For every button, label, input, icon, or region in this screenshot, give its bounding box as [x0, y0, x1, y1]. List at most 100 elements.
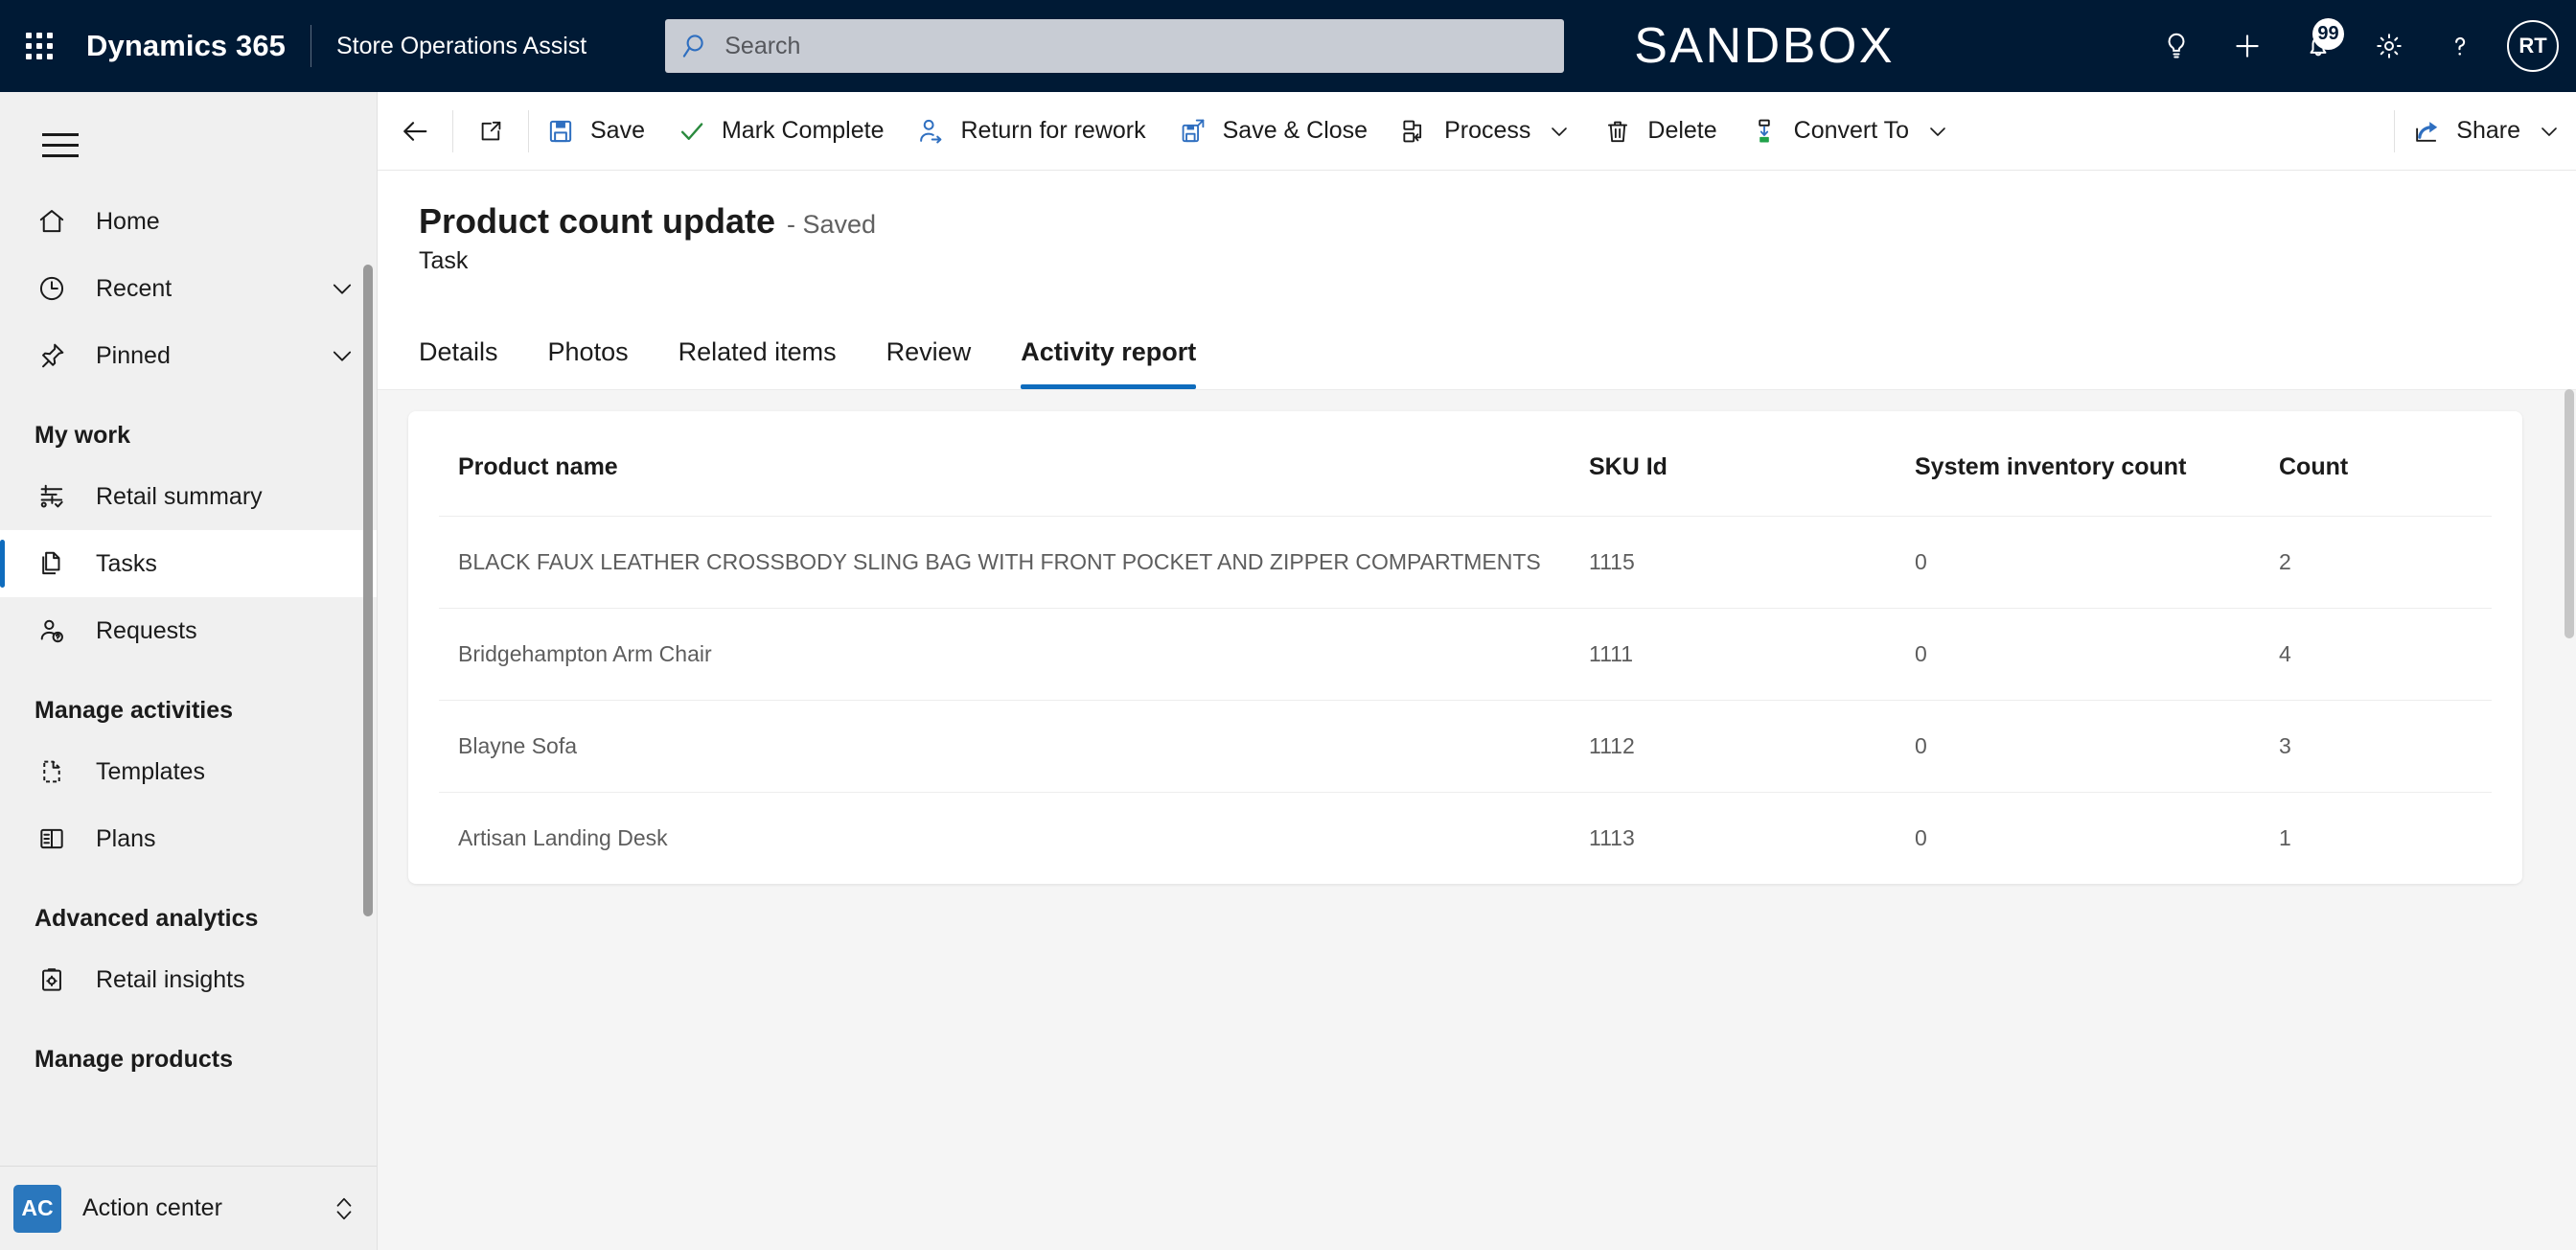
sidebar-item-label: Pinned	[96, 341, 171, 369]
back-arrow-icon	[399, 115, 431, 148]
hamburger-menu-icon[interactable]	[21, 105, 100, 184]
cell-system-inventory-count: 0	[1896, 608, 2260, 701]
tab-label: Activity report	[1021, 336, 1197, 366]
sidebar-item-label: Requests	[96, 616, 197, 644]
save-button[interactable]: Save	[529, 92, 660, 171]
table-header-row: Product name SKU Id System inventory cou…	[439, 411, 2492, 517]
content-area: Product name SKU Id System inventory cou…	[378, 389, 2576, 1250]
chevron-up-down-icon[interactable]	[332, 1192, 356, 1225]
return-for-rework-button[interactable]: Return for rework	[899, 92, 1161, 171]
sidebar-item-retail-summary[interactable]: Retail summary	[0, 463, 377, 530]
gear-icon[interactable]	[2354, 11, 2425, 81]
cell-sku-id: 1112	[1570, 700, 1896, 793]
column-header-sku-id[interactable]: SKU Id	[1570, 411, 1896, 517]
sidebar-scrollbar[interactable]	[363, 265, 373, 916]
notification-count-badge: 99	[2312, 18, 2344, 50]
save-status: - Saved	[787, 210, 877, 239]
sidebar-item-recent[interactable]: Recent	[0, 255, 377, 322]
sidebar-item-requests[interactable]: Requests	[0, 597, 377, 664]
sidebar-item-label: Recent	[96, 274, 172, 302]
tab-label: Related items	[678, 336, 837, 366]
cell-product-name: Bridgehampton Arm Chair	[439, 608, 1570, 701]
save-label: Save	[590, 117, 645, 144]
cell-sku-id: 1113	[1589, 825, 1635, 850]
sidebar-item-tasks[interactable]: Tasks	[0, 530, 377, 597]
tab-related-items[interactable]: Related items	[654, 314, 862, 389]
sidebar-item-pinned[interactable]: Pinned	[0, 322, 377, 389]
table-header: Product name SKU Id System inventory cou…	[439, 411, 2492, 517]
delete-button[interactable]: Delete	[1586, 92, 1732, 171]
cell-count: 4	[2260, 608, 2492, 701]
process-label: Process	[1444, 117, 1531, 144]
sidebar-group-header: Manage activities	[34, 697, 234, 724]
sidebar-item-label: Tasks	[96, 549, 157, 577]
app-name[interactable]: Store Operations Assist	[336, 33, 586, 60]
save-icon	[544, 115, 577, 148]
process-button[interactable]: Process	[1383, 92, 1586, 171]
table-row[interactable]: Artisan Landing Desk 1113 0 1	[439, 793, 2492, 885]
requests-icon	[34, 613, 69, 648]
popout-button[interactable]	[453, 92, 528, 171]
chevron-down-icon[interactable]	[1926, 120, 1949, 143]
notification-bell-icon[interactable]: 99	[2283, 11, 2354, 81]
app-launcher-icon[interactable]	[17, 24, 61, 68]
save-and-close-button[interactable]: Save & Close	[1162, 92, 1383, 171]
chevron-down-icon[interactable]	[329, 342, 356, 369]
chevron-down-icon[interactable]	[1548, 120, 1571, 143]
tab-review[interactable]: Review	[862, 314, 997, 389]
cell-count: 2	[2260, 516, 2492, 609]
plus-icon[interactable]	[2212, 11, 2283, 81]
avatar[interactable]: RT	[2507, 20, 2559, 72]
brand-title[interactable]: Dynamics 365	[86, 29, 286, 63]
sidebar-item-label: Retail summary	[96, 482, 263, 510]
chevron-down-icon[interactable]	[329, 275, 356, 302]
header-icon-group: 99 RT	[2141, 11, 2576, 81]
sidebar-group-header: Advanced analytics	[34, 905, 259, 932]
column-header-system-inventory-count[interactable]: System inventory count	[1896, 411, 2260, 517]
checkmark-icon	[676, 115, 708, 148]
person-arrow-icon	[914, 115, 947, 148]
search-placeholder: Search	[724, 32, 801, 59]
sidebar-item-label: Home	[96, 207, 160, 235]
record-header: Product count update - Saved Task Detail…	[378, 171, 2576, 389]
table-row[interactable]: Blayne Sofa 1112 0 3	[439, 700, 2492, 793]
help-icon[interactable]	[2425, 11, 2496, 81]
entity-name: Task	[419, 247, 469, 274]
tab-activity-report[interactable]: Activity report	[996, 314, 1221, 389]
action-center[interactable]: AC Action center	[0, 1166, 377, 1250]
table-body: BLACK FAUX LEATHER CROSSBODY SLING BAG W…	[439, 516, 2492, 885]
share-button[interactable]: Share	[2395, 92, 2576, 171]
lightbulb-icon[interactable]	[2141, 11, 2212, 81]
content-scrollbar[interactable]	[2564, 389, 2574, 638]
pin-icon	[34, 338, 69, 373]
search-input[interactable]: Search	[665, 19, 1565, 73]
retail-summary-icon	[34, 479, 69, 514]
action-center-badge: AC	[13, 1184, 61, 1233]
header-divider	[310, 25, 311, 67]
tab-label: Details	[419, 336, 498, 366]
chevron-down-icon[interactable]	[2538, 120, 2561, 143]
tab-photos[interactable]: Photos	[523, 314, 654, 389]
cell-product-name: Artisan Landing Desk	[458, 825, 668, 850]
activity-report-table: Product name SKU Id System inventory cou…	[439, 411, 2492, 884]
sidebar-item-label: Retail insights	[96, 965, 245, 993]
sidebar-item-retail-insights[interactable]: Retail insights	[0, 946, 377, 1013]
convert-to-label: Convert To	[1793, 117, 1910, 144]
table-row[interactable]: Bridgehampton Arm Chair 1111 0 4	[439, 608, 2492, 701]
tab-bar: Details Photos Related items Review Acti…	[419, 314, 1221, 389]
table-row[interactable]: BLACK FAUX LEATHER CROSSBODY SLING BAG W…	[439, 516, 2492, 609]
mark-complete-button[interactable]: Mark Complete	[660, 92, 900, 171]
back-button[interactable]	[378, 92, 452, 171]
sidebar-item-templates[interactable]: Templates	[0, 738, 377, 805]
sidebar-item-plans[interactable]: Plans	[0, 805, 377, 872]
sidebar-item-home[interactable]: Home	[0, 188, 377, 255]
sidebar-item-label: Plans	[96, 824, 156, 852]
column-header-product-name[interactable]: Product name	[439, 411, 1570, 517]
cell-sku-id: 1111	[1570, 608, 1896, 701]
save-and-close-label: Save & Close	[1222, 117, 1368, 144]
convert-to-button[interactable]: Convert To	[1733, 92, 1965, 171]
delete-label: Delete	[1647, 117, 1717, 144]
tab-details[interactable]: Details	[419, 314, 523, 389]
column-header-count[interactable]: Count	[2260, 411, 2492, 517]
cell-system-inventory-count: 0	[1896, 516, 2260, 609]
